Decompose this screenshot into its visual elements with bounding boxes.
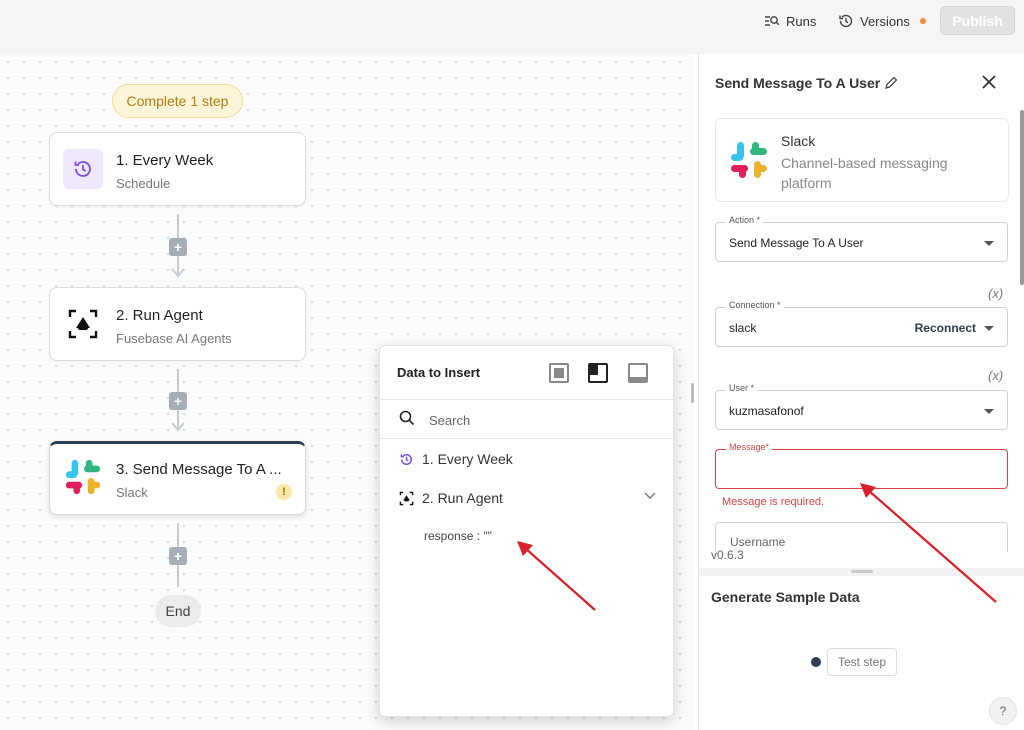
field-value: Send Message To A User xyxy=(729,236,864,250)
edit-pencil-icon[interactable] xyxy=(884,76,898,90)
step-subtitle: Schedule xyxy=(116,176,171,191)
help-button[interactable]: ? xyxy=(989,697,1017,725)
sample-data-title: Generate Sample Data xyxy=(711,589,860,605)
view-docked-button[interactable] xyxy=(588,363,608,383)
field-label: Connection * xyxy=(726,300,784,310)
close-icon[interactable] xyxy=(979,72,999,92)
panel-resize-handle[interactable] xyxy=(691,383,694,403)
dynamic-value-toggle[interactable]: (x) xyxy=(988,368,1003,383)
connector-line xyxy=(177,214,179,240)
warning-icon: ! xyxy=(276,484,292,500)
response-field[interactable]: response : "" xyxy=(424,529,492,543)
caret-down-icon xyxy=(984,409,994,414)
field-label: User * xyxy=(726,383,758,393)
step-title: 1. Every Week xyxy=(116,152,214,169)
caret-down-icon xyxy=(984,241,994,246)
app-card: Slack Channel-based messaging platform xyxy=(715,118,1009,202)
view-fullscreen-button[interactable] xyxy=(549,363,569,383)
add-step-button[interactable]: + xyxy=(169,238,187,256)
version-label: v0.6.3 xyxy=(711,548,744,562)
step-node-3[interactable]: 3. Send Message To A ... Slack ! xyxy=(49,441,306,515)
popup-title: Data to Insert xyxy=(397,365,481,380)
end-node: End xyxy=(155,595,201,627)
data-to-insert-popup: Data to Insert Search 1. Every Week 2. R… xyxy=(379,345,674,717)
field-label: Username xyxy=(730,535,786,549)
top-bar: Runs Versions Publish xyxy=(0,0,1024,54)
action-select[interactable]: Action * Send Message To A User xyxy=(715,215,1008,262)
step-subtitle: Fusebase AI Agents xyxy=(116,331,232,346)
test-step-button[interactable]: Test step xyxy=(827,648,897,676)
runs-button[interactable]: Runs xyxy=(764,12,816,30)
step-settings-panel: Send Message To A User Slack Channel-bas… xyxy=(698,54,1024,730)
field-label: Action * xyxy=(726,215,764,225)
step-subtitle: Slack xyxy=(116,485,148,500)
divider xyxy=(380,438,673,439)
app-description: Channel-based messaging platform xyxy=(781,155,948,191)
arrow-down-icon xyxy=(171,422,185,432)
add-step-button[interactable]: + xyxy=(169,547,187,565)
publish-button[interactable]: Publish xyxy=(940,6,1015,35)
search-input[interactable]: Search xyxy=(429,413,470,428)
message-error: Message is required. xyxy=(722,496,825,508)
user-select[interactable]: User * kuzmasafonof xyxy=(715,383,1008,430)
divider xyxy=(380,399,673,400)
unsaved-dot xyxy=(919,18,926,24)
step-title: 3. Send Message To A ... xyxy=(116,461,282,478)
arrow-down-icon xyxy=(171,268,185,278)
connection-select[interactable]: Connection * slack Reconnect xyxy=(715,300,1008,347)
schedule-icon xyxy=(400,453,412,465)
message-input[interactable]: Message* xyxy=(715,442,1008,489)
connector-line xyxy=(177,523,179,549)
data-item-run-agent[interactable]: 2. Run Agent xyxy=(399,490,503,506)
step-node-2[interactable]: 2. Run Agent Fusebase AI Agents xyxy=(49,287,306,361)
dynamic-value-toggle[interactable]: (x) xyxy=(988,286,1003,301)
field-label: Message* xyxy=(726,442,773,452)
search-icon xyxy=(399,410,415,426)
step-title: 2. Run Agent xyxy=(116,307,203,324)
data-item-label: 1. Every Week xyxy=(422,451,513,467)
connector-line xyxy=(177,565,179,587)
field-value: kuzmasafonof xyxy=(729,404,804,418)
data-item-label: 2. Run Agent xyxy=(422,490,503,506)
resize-grip[interactable] xyxy=(851,570,873,573)
slack-icon xyxy=(731,142,767,178)
runs-label: Runs xyxy=(786,13,817,29)
field-value: slack xyxy=(729,321,757,335)
app-name: Slack xyxy=(781,133,816,149)
add-step-button[interactable]: + xyxy=(169,392,187,410)
view-minimized-button[interactable] xyxy=(628,363,648,383)
runs-icon xyxy=(765,16,780,26)
fusebase-agent-icon xyxy=(399,491,414,505)
versions-button[interactable]: Versions xyxy=(838,12,926,30)
versions-label: Versions xyxy=(860,13,910,29)
schedule-icon xyxy=(63,149,103,189)
step-node-1[interactable]: 1. Every Week Schedule xyxy=(49,132,306,206)
reconnect-link[interactable]: Reconnect xyxy=(915,321,976,335)
data-item-every-week[interactable]: 1. Every Week xyxy=(399,451,513,467)
panel-title: Send Message To A User xyxy=(715,75,898,91)
status-pill: Complete 1 step xyxy=(112,84,243,118)
history-icon xyxy=(839,14,853,28)
fusebase-agent-icon xyxy=(63,304,103,344)
username-input[interactable]: Username xyxy=(715,522,1008,552)
status-dot xyxy=(811,657,821,667)
caret-down-icon xyxy=(984,326,994,331)
panel-title-text: Send Message To A User xyxy=(715,75,881,91)
slack-icon xyxy=(63,457,103,497)
scrollbar[interactable] xyxy=(1020,110,1024,285)
chevron-down-icon[interactable] xyxy=(644,492,656,500)
